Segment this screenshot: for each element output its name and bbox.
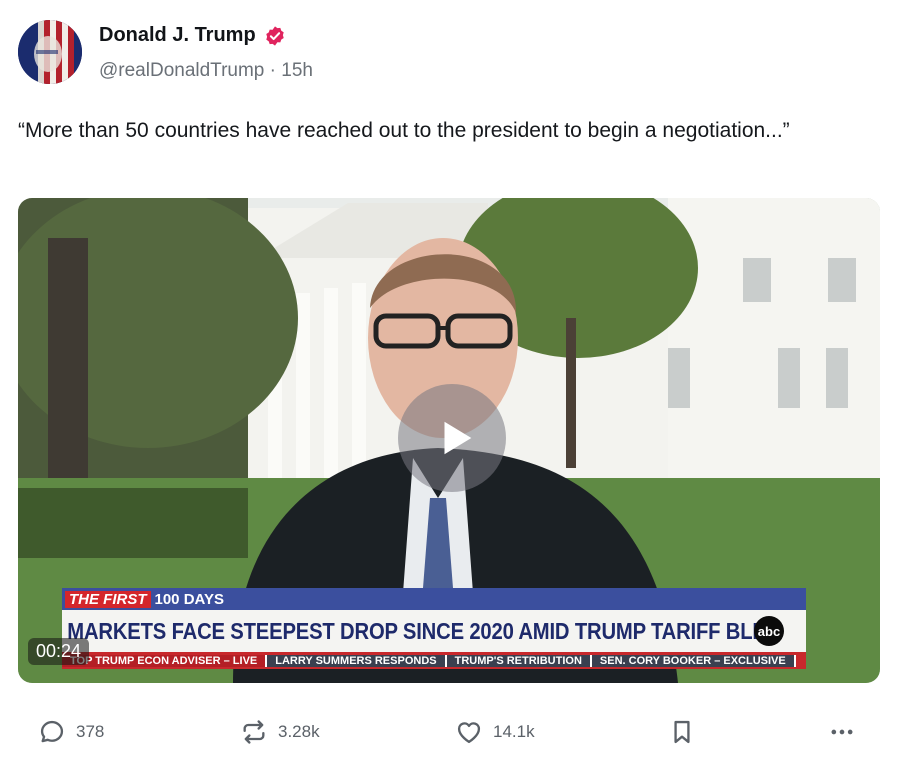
bookmark-button[interactable]: [668, 712, 696, 752]
author-handle[interactable]: @realDonaldTrump: [99, 60, 264, 81]
post-actions: 378 3.28k 14.1k: [0, 712, 900, 752]
reply-count: 378: [76, 722, 105, 741]
chyron-brand-prefix: THE FIRST: [65, 590, 151, 608]
heart-icon: [457, 722, 481, 744]
repost-count: 3.28k: [278, 722, 320, 741]
chyron-headline: MARKETS FACE STEEPEST DROP SINCE 2020 AM…: [67, 617, 783, 644]
chyron-brand-bar: THE FIRST 100 DAYS: [62, 588, 806, 610]
more-options-button[interactable]: [828, 712, 856, 752]
bookmark-icon: [674, 720, 690, 744]
chyron-brand-suffix: 100 DAYS: [154, 590, 225, 608]
post-time[interactable]: 15h: [281, 60, 313, 81]
avatar[interactable]: [18, 20, 82, 84]
video-player[interactable]: THE FIRST 100 DAYS MARKETS FACE STEEPEST…: [18, 198, 880, 683]
like-button[interactable]: 14.1k: [455, 712, 535, 752]
author-name[interactable]: Donald J. Trump: [99, 24, 256, 47]
play-icon: [444, 421, 472, 455]
meta-separator: ·: [269, 60, 276, 81]
video-timestamp: 00:24: [28, 638, 90, 665]
more-icon: [831, 729, 853, 735]
repost-button[interactable]: 3.28k: [240, 712, 320, 752]
repost-icon: [243, 720, 265, 744]
chyron-ticker: TOP TRUMP ECON ADVISER – LIVE LARRY SUMM…: [62, 652, 806, 669]
like-count: 14.1k: [493, 722, 535, 741]
chyron-headline-bar: MARKETS FACE STEEPEST DROP SINCE 2020 AM…: [62, 610, 806, 652]
ticker-item: LARRY SUMMERS RESPONDS: [267, 654, 447, 667]
network-logo: abc: [754, 616, 784, 646]
ticker-item: SEN. CORY BOOKER – EXCLUSIVE: [591, 654, 796, 667]
post-text: “More than 50 countries have reached out…: [18, 119, 790, 142]
play-button[interactable]: [398, 384, 506, 492]
ticker-item: TRUMP'S RETRIBUTION: [446, 654, 592, 667]
reply-button[interactable]: 378: [38, 712, 104, 752]
reply-icon: [40, 720, 64, 743]
verified-badge-icon: [264, 25, 286, 47]
ticker-item: TOP TRUMP ECON ADVISER – LIVE: [62, 654, 268, 667]
